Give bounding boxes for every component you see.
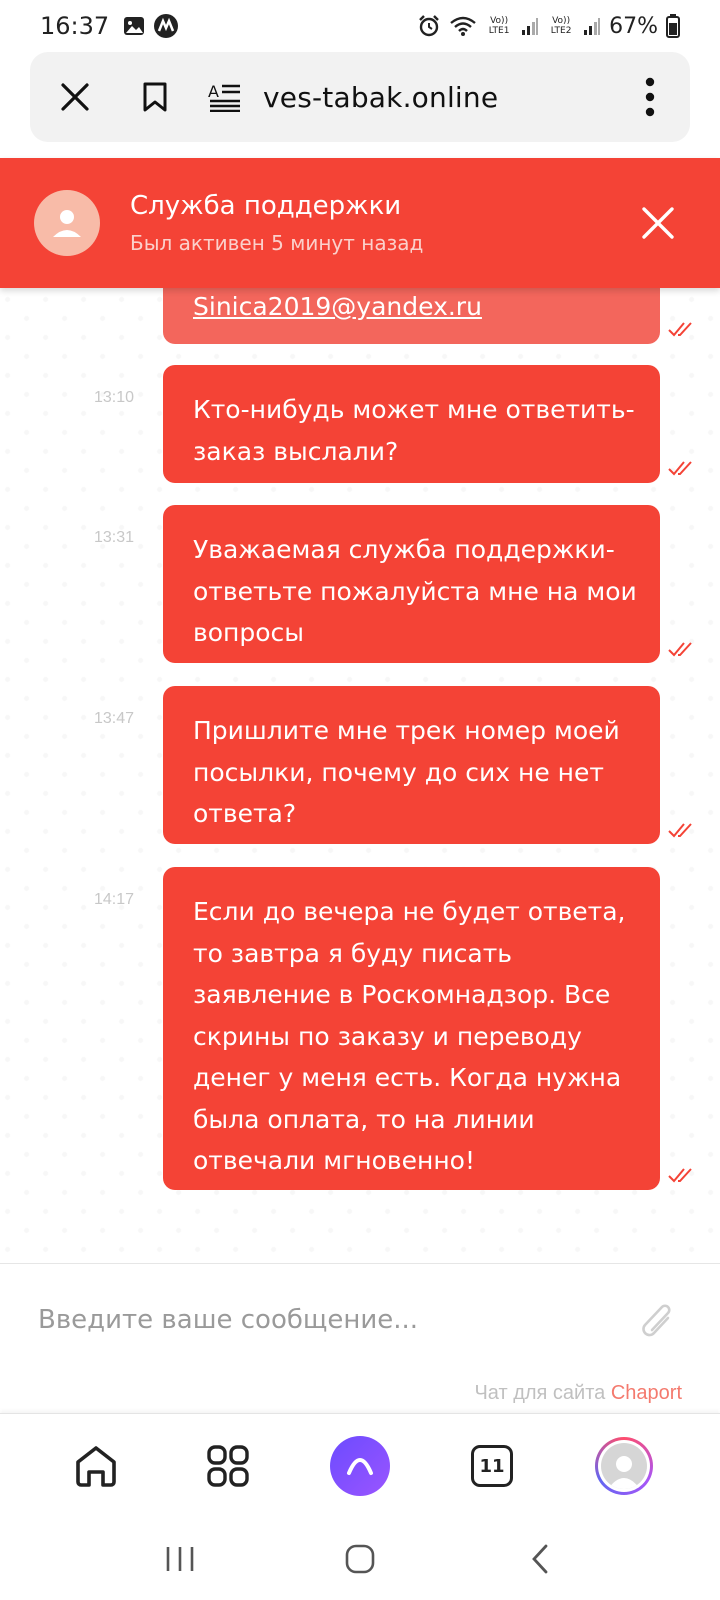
double-check-icon	[668, 322, 692, 337]
close-icon	[642, 207, 674, 239]
signal-icon	[521, 16, 539, 36]
close-icon	[61, 83, 89, 111]
support-avatar	[34, 190, 100, 256]
alice-icon	[330, 1436, 390, 1496]
user-icon	[53, 210, 81, 237]
double-check-icon	[668, 823, 692, 838]
url-text[interactable]: ves-tabak.online	[263, 81, 498, 114]
status-time: 16:37	[40, 12, 110, 40]
wifi-icon	[449, 15, 477, 37]
message-bubble: Уважаемая служба поддержки- ответьте пож…	[163, 505, 660, 663]
message-list[interactable]: Sinica2019@yandex.ru 13:10 Кто-нибудь мо…	[0, 288, 720, 1263]
services-button[interactable]	[188, 1426, 268, 1506]
tabs-count: 11	[471, 1445, 513, 1487]
status-left-icons	[123, 13, 179, 39]
profile-button[interactable]	[584, 1426, 664, 1506]
powered-prefix: Чат для сайта	[474, 1382, 606, 1404]
browser-menu-button[interactable]	[610, 52, 690, 142]
more-vertical-icon	[645, 77, 655, 117]
svg-text:A: A	[208, 82, 219, 101]
message-time: 13:47	[94, 710, 135, 727]
browser-bottom-nav: 11	[0, 1413, 720, 1518]
message-bubble: Пришлите мне трек номер моей посылки, по…	[163, 686, 660, 844]
paperclip-icon[interactable]	[638, 1300, 678, 1344]
reader-mode-button[interactable]: A	[195, 52, 255, 142]
chat-status: Был активен 5 минут назад	[130, 231, 424, 255]
sim1-label: Vo)) LTE1	[488, 16, 510, 36]
double-check-icon	[668, 642, 692, 657]
message-composer: Чат для сайта Chaport	[0, 1263, 720, 1413]
browser-toolbar: A ves-tabak.online	[30, 52, 690, 142]
back-icon	[532, 1544, 548, 1574]
message-bubble: Sinica2019@yandex.ru	[163, 288, 660, 344]
message-input[interactable]	[38, 1290, 618, 1350]
app-notification-icon	[153, 13, 179, 39]
reader-mode-icon: A	[208, 82, 240, 112]
alice-assistant-button[interactable]	[320, 1426, 400, 1506]
battery-icon	[666, 14, 680, 38]
signal-icon	[583, 16, 601, 36]
message-bubble: Кто-нибудь может мне ответить- заказ выс…	[163, 365, 660, 483]
close-chat-button[interactable]	[628, 193, 688, 253]
back-button[interactable]	[505, 1529, 575, 1589]
tabs-button[interactable]: 11	[452, 1426, 532, 1506]
recent-apps-icon	[166, 1547, 194, 1571]
home-icon	[76, 1446, 116, 1487]
status-right-icons: Vo)) LTE1 Vo)) LTE2 67%	[417, 14, 680, 39]
powered-by: Чат для сайта Chaport	[474, 1382, 682, 1405]
chat-header: Служба поддержки Был активен 5 минут наз…	[0, 158, 720, 288]
chat-title: Служба поддержки	[130, 191, 402, 221]
message-bubble: Если до вечера не будет ответа, то завтр…	[163, 867, 660, 1190]
double-check-icon	[668, 461, 692, 476]
battery-percent: 67%	[609, 13, 658, 39]
bookmark-button[interactable]	[115, 52, 195, 142]
chat-header-text: Служба поддержки Был активен 5 минут наз…	[130, 191, 423, 255]
home-system-button[interactable]	[325, 1529, 395, 1589]
bookmark-icon	[143, 82, 167, 112]
system-nav-bar	[0, 1518, 720, 1600]
double-check-icon	[668, 1168, 692, 1183]
status-bar: 16:37 Vo)) LTE1 Vo)) LTE2 67%	[0, 0, 720, 52]
sim2-label: Vo)) LTE2	[550, 16, 572, 36]
grid-icon	[207, 1445, 249, 1487]
profile-avatar	[595, 1437, 653, 1495]
home-button[interactable]	[56, 1426, 136, 1506]
powered-brand-link[interactable]: Chaport	[611, 1382, 682, 1404]
message-email-link[interactable]: Sinica2019@yandex.ru	[193, 292, 482, 321]
message-time: 13:10	[94, 389, 135, 406]
close-tab-button[interactable]	[35, 52, 115, 142]
home-square-icon	[345, 1544, 375, 1574]
message-time: 13:31	[94, 529, 135, 546]
alarm-icon	[417, 14, 441, 38]
gallery-icon	[123, 15, 145, 37]
message-time: 14:17	[94, 891, 135, 908]
user-icon	[608, 1456, 640, 1489]
recent-apps-button[interactable]	[145, 1529, 215, 1589]
